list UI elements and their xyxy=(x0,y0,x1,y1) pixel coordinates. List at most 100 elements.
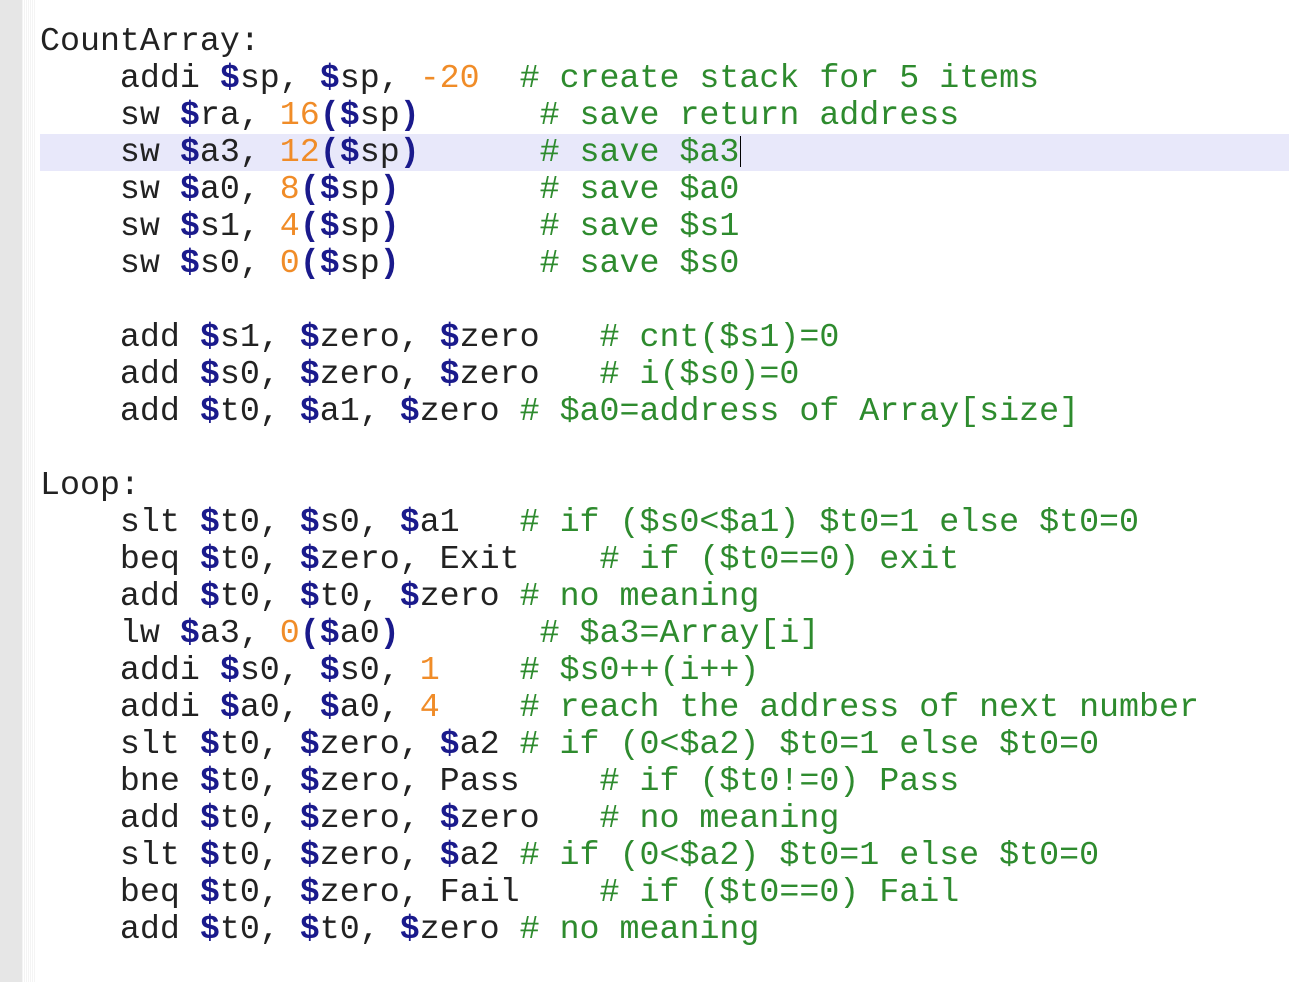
code-token: zero xyxy=(459,799,540,837)
register-sigil: $ xyxy=(199,762,220,800)
paren-token: ) xyxy=(399,96,420,134)
code-line[interactable]: slt $t0, $zero, $a2 # if (0<$a2) $t0=1 e… xyxy=(40,726,1289,763)
register-sigil: $ xyxy=(199,873,220,911)
register-sigil: $ xyxy=(319,688,340,726)
code-token: add xyxy=(40,799,200,837)
code-line[interactable]: addi $s0, $s0, 1 # $s0++(i++) xyxy=(40,652,1289,689)
code-token: beq xyxy=(40,540,200,578)
register-sigil: $ xyxy=(319,170,340,208)
code-token: t0, xyxy=(219,762,300,800)
register-sigil: $ xyxy=(299,392,320,430)
code-comment: # save $a0 xyxy=(399,170,740,208)
code-comment: # create stack for 5 items xyxy=(479,59,1040,97)
code-comment: # reach the address of next number xyxy=(439,688,1199,726)
register-sigil: $ xyxy=(299,503,320,541)
code-line[interactable]: beq $t0, $zero, Exit # if ($t0==0) exit xyxy=(40,541,1289,578)
code-token: s1, xyxy=(219,318,300,356)
register-sigil: $ xyxy=(299,762,320,800)
code-token: t0, xyxy=(219,873,300,911)
paren-token: ) xyxy=(379,207,400,245)
code-token: slt xyxy=(40,836,200,874)
code-line[interactable]: sw $s1, 4($sp) # save $s1 xyxy=(40,208,1289,245)
code-comment: # i($s0)=0 xyxy=(539,355,800,393)
code-line[interactable]: Loop: xyxy=(40,467,1289,504)
code-token: a0, xyxy=(239,688,320,726)
code-token: zero, xyxy=(319,799,440,837)
register-sigil: $ xyxy=(199,392,220,430)
code-line[interactable]: beq $t0, $zero, Fail # if ($t0==0) Fail xyxy=(40,874,1289,911)
code-editor[interactable]: CountArray: addi $sp, $sp, -20 # create … xyxy=(0,0,1289,982)
number-literal: 0 xyxy=(279,244,300,282)
code-line[interactable]: addi $a0, $a0, 4 # reach the address of … xyxy=(40,689,1289,726)
code-line[interactable]: sw $a0, 8($sp) # save $a0 xyxy=(40,171,1289,208)
number-literal: 0 xyxy=(279,614,300,652)
code-comment: # if ($t0==0) exit xyxy=(519,540,960,578)
code-token: s0, xyxy=(339,651,420,689)
code-line[interactable]: slt $t0, $zero, $a2 # if (0<$a2) $t0=1 e… xyxy=(40,837,1289,874)
register-sigil: $ xyxy=(199,910,220,948)
code-area[interactable]: CountArray: addi $sp, $sp, -20 # create … xyxy=(40,23,1289,948)
register-sigil: $ xyxy=(199,725,220,763)
code-token: s0, xyxy=(319,503,400,541)
code-token: zero xyxy=(419,577,500,615)
paren-token: ( xyxy=(299,614,320,652)
register-sigil: $ xyxy=(179,96,200,134)
code-line[interactable]: addi $sp, $sp, -20 # create stack for 5 … xyxy=(40,60,1289,97)
code-line[interactable]: bne $t0, $zero, Pass # if ($t0!=0) Pass xyxy=(40,763,1289,800)
register-sigil: $ xyxy=(199,836,220,874)
code-comment: # no meaning xyxy=(499,910,760,948)
register-sigil: $ xyxy=(179,244,200,282)
code-line[interactable]: add $s1, $zero, $zero # cnt($s1)=0 xyxy=(40,319,1289,356)
code-line[interactable]: sw $s0, 0($sp) # save $s0 xyxy=(40,245,1289,282)
paren-token: ) xyxy=(379,170,400,208)
code-token: zero, Fail xyxy=(319,873,520,911)
code-comment: # no meaning xyxy=(499,577,760,615)
code-line[interactable]: CountArray: xyxy=(40,23,1289,60)
register-sigil: $ xyxy=(439,318,460,356)
number-literal: 1 xyxy=(419,651,440,689)
code-token: t0, xyxy=(319,577,400,615)
register-sigil: $ xyxy=(399,392,420,430)
register-sigil: $ xyxy=(399,503,420,541)
code-line[interactable]: sw $ra, 16($sp) # save return address xyxy=(40,97,1289,134)
register-sigil: $ xyxy=(199,355,220,393)
code-token: a3, xyxy=(199,614,280,652)
gutter-edge xyxy=(22,0,36,982)
paren-token: ( xyxy=(299,207,320,245)
current-code-line[interactable]: sw $a3, 12($sp) # save $a3 xyxy=(40,134,1289,171)
paren-token: ) xyxy=(379,244,400,282)
code-token: slt xyxy=(40,725,200,763)
code-token: beq xyxy=(40,873,200,911)
register-sigil: $ xyxy=(299,799,320,837)
paren-token: ( xyxy=(299,244,320,282)
code-line[interactable]: add $t0, $t0, $zero # no meaning xyxy=(40,578,1289,615)
number-literal: 8 xyxy=(279,170,300,208)
code-token: s1, xyxy=(199,207,280,245)
code-token: zero, xyxy=(319,355,440,393)
register-sigil: $ xyxy=(439,799,460,837)
code-line[interactable]: slt $t0, $s0, $a1 # if ($s0<$a1) $t0=1 e… xyxy=(40,504,1289,541)
code-token: t0, xyxy=(219,910,300,948)
code-token: t0, xyxy=(219,392,300,430)
register-sigil: $ xyxy=(439,836,460,874)
code-line[interactable] xyxy=(40,430,1289,467)
register-sigil: $ xyxy=(179,207,200,245)
code-token: sp xyxy=(359,133,400,171)
code-line[interactable]: add $t0, $a1, $zero # $a0=address of Arr… xyxy=(40,393,1289,430)
code-line[interactable]: add $s0, $zero, $zero # i($s0)=0 xyxy=(40,356,1289,393)
code-token: lw xyxy=(40,614,180,652)
code-token: a2 xyxy=(459,725,500,763)
code-token: addi xyxy=(40,688,220,726)
code-comment: # if ($t0!=0) Pass xyxy=(519,762,960,800)
code-token: a0 xyxy=(339,614,380,652)
register-sigil: $ xyxy=(439,355,460,393)
code-line[interactable] xyxy=(40,282,1289,319)
code-line[interactable]: add $t0, $zero, $zero # no meaning xyxy=(40,800,1289,837)
code-comment: # $a0=address of Array[size] xyxy=(499,392,1080,430)
register-sigil: $ xyxy=(319,207,340,245)
register-sigil: $ xyxy=(299,873,320,911)
code-line[interactable]: lw $a3, 0($a0) # $a3=Array[i] xyxy=(40,615,1289,652)
register-sigil: $ xyxy=(319,614,340,652)
code-line[interactable]: add $t0, $t0, $zero # no meaning xyxy=(40,911,1289,948)
code-comment: # if (0<$a2) $t0=1 else $t0=0 xyxy=(499,836,1100,874)
